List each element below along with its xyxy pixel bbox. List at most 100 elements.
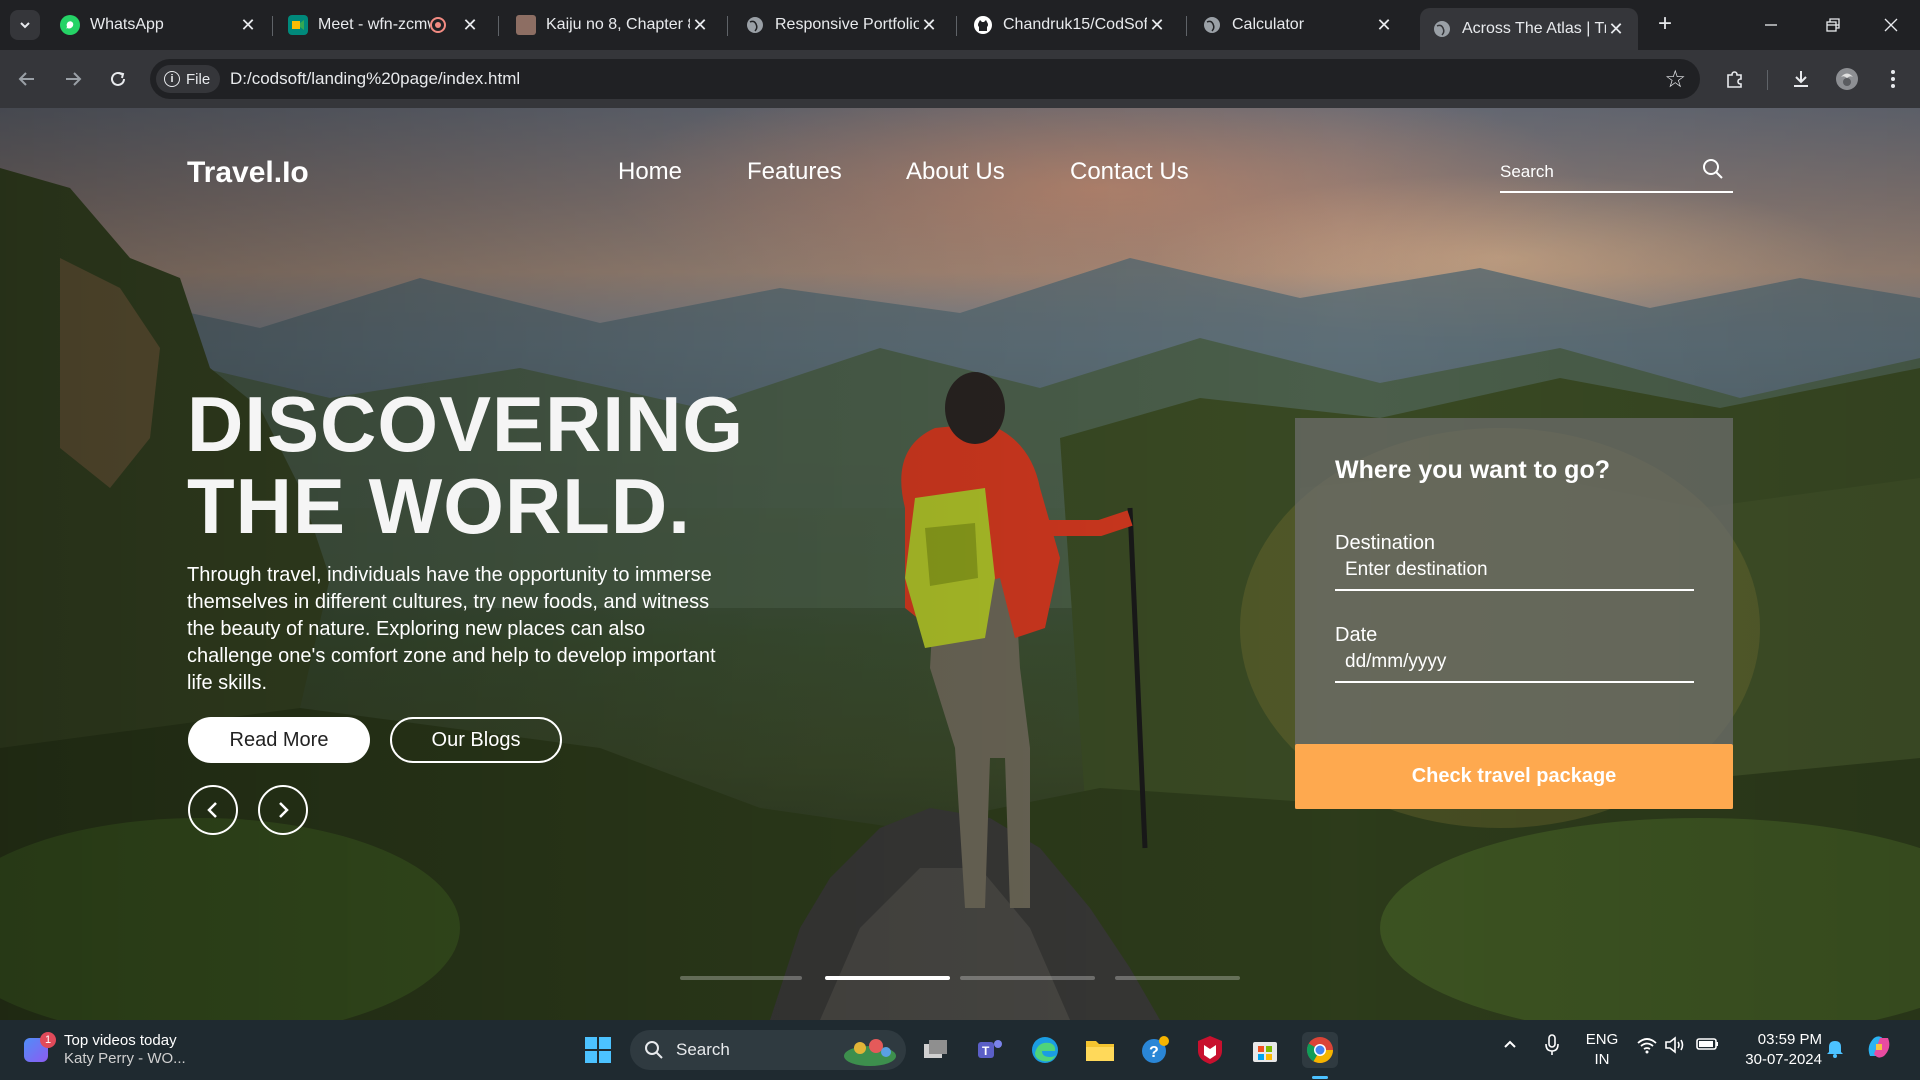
mcafee-app[interactable] [1192, 1032, 1228, 1068]
site-info-chip[interactable]: i File [156, 65, 221, 93]
nav-home[interactable]: Home [618, 158, 682, 186]
chrome-app[interactable] [1302, 1032, 1338, 1068]
task-view-icon [924, 1040, 947, 1058]
microphone-icon [1545, 1034, 1559, 1055]
widget-subtitle: Katy Perry - WO... [64, 1050, 186, 1067]
tab-close-icon[interactable]: ✕ [1147, 15, 1167, 36]
tab-whatsapp[interactable]: WhatsApp ✕ [48, 8, 270, 42]
tab-divider [727, 16, 728, 36]
microphone-button[interactable] [1544, 1034, 1560, 1061]
volume-button[interactable] [1664, 1036, 1686, 1059]
nav-features[interactable]: Features [747, 158, 842, 186]
tab-title: Chandruk15/CodSoft [1003, 16, 1147, 33]
browser-menu-button[interactable] [1878, 64, 1908, 94]
minimize-button[interactable] [1748, 8, 1794, 42]
address-bar[interactable]: i File D:/codsoft/landing%20page/index.h… [150, 59, 1700, 99]
recording-icon [430, 17, 446, 33]
tab-divider [272, 16, 273, 36]
hero-title-line: DISCOVERING [187, 380, 745, 468]
tab-title: WhatsApp [90, 16, 164, 33]
tab-close-icon[interactable]: ✕ [460, 15, 480, 36]
new-tab-button[interactable]: + [1652, 12, 1678, 38]
system-clock[interactable]: 03:59 PM 30-07-2024 [1736, 1030, 1822, 1070]
prev-slide-button[interactable] [188, 785, 238, 835]
kebab-menu-icon [1891, 70, 1895, 88]
notifications-button[interactable] [1826, 1038, 1844, 1063]
destination-field[interactable]: Enter destination [1335, 551, 1694, 591]
tab-kaiju[interactable]: Kaiju no 8, Chapter 8 ✕ [504, 8, 722, 42]
chrome-icon [1306, 1037, 1334, 1064]
tab-close-icon[interactable]: ✕ [690, 15, 710, 36]
tab-meet[interactable]: Meet - wfn-zcmw ✕ [276, 8, 492, 42]
tab-close-icon[interactable]: ✕ [1606, 19, 1626, 40]
downloads-button[interactable] [1786, 64, 1816, 94]
extensions-button[interactable] [1720, 64, 1750, 94]
copilot-button[interactable] [1864, 1032, 1894, 1067]
tab-github[interactable]: Chandruk15/CodSoft ✕ [961, 8, 1179, 42]
tab-close-icon[interactable]: ✕ [919, 15, 939, 36]
store-app[interactable] [1247, 1032, 1283, 1068]
forward-button[interactable] [58, 64, 88, 94]
task-view-button[interactable] [918, 1032, 954, 1068]
restore-icon [1826, 18, 1840, 32]
edge-app[interactable] [1027, 1032, 1063, 1068]
wifi-button[interactable] [1636, 1036, 1658, 1059]
check-travel-package-button[interactable]: Check travel package [1295, 744, 1733, 809]
profile-button[interactable] [1832, 64, 1862, 94]
meet-icon [288, 15, 308, 35]
restore-button[interactable] [1810, 8, 1856, 42]
search-highlight-icon [844, 1039, 896, 1066]
tab-title: Calculator [1232, 16, 1305, 33]
slide-indicator[interactable] [680, 976, 802, 980]
tab-title: Across The Atlas | Tra [1462, 20, 1606, 37]
reload-button[interactable] [103, 64, 133, 94]
bookmark-star-icon[interactable]: ☆ [1664, 65, 1686, 94]
search-input[interactable] [1500, 159, 1700, 185]
read-more-button[interactable]: Read More [188, 717, 370, 763]
page-search [1500, 153, 1733, 193]
news-widget[interactable]: 1 Top videos today Katy Perry - WO... [24, 1030, 224, 1070]
store-icon [1253, 1042, 1277, 1062]
nav-contact-us[interactable]: Contact Us [1070, 158, 1189, 186]
tab-divider [956, 16, 957, 36]
file-explorer-app[interactable] [1082, 1032, 1118, 1068]
clock-time: 03:59 PM [1757, 1031, 1822, 1048]
our-blogs-button[interactable]: Our Blogs [390, 717, 562, 763]
site-info-label: File [186, 70, 211, 88]
tab-divider [498, 16, 499, 36]
slide-indicator[interactable] [1115, 976, 1240, 980]
brand-logo[interactable]: Travel.Io [187, 156, 309, 190]
next-slide-button[interactable] [258, 785, 308, 835]
teams-app[interactable]: T [972, 1032, 1008, 1068]
taskbar-search[interactable]: Search [630, 1030, 906, 1070]
globe-icon [1202, 15, 1222, 35]
language-indicator[interactable]: ENG IN [1584, 1030, 1620, 1070]
date-field[interactable]: dd/mm/yyyy [1335, 643, 1694, 683]
search-icon[interactable] [1701, 157, 1725, 181]
svg-text:T: T [982, 1044, 990, 1058]
url-text[interactable]: D:/codsoft/landing%20page/index.html [230, 69, 520, 89]
nav-about-us[interactable]: About Us [906, 158, 1005, 186]
slide-indicator[interactable] [960, 976, 1095, 980]
start-button[interactable] [580, 1032, 616, 1068]
tab-responsive-portfolio[interactable]: Responsive Portfolio ✕ [733, 8, 951, 42]
close-window-button[interactable] [1868, 8, 1914, 42]
show-hidden-icons-button[interactable] [1502, 1036, 1518, 1057]
tab-close-icon[interactable]: ✕ [1374, 15, 1394, 36]
chevron-right-icon [279, 802, 289, 818]
back-button[interactable] [12, 64, 42, 94]
tab-search-button[interactable] [10, 10, 40, 40]
avatar-icon [1836, 68, 1858, 90]
speaker-icon [1665, 1036, 1684, 1054]
battery-button[interactable] [1696, 1036, 1720, 1057]
tab-calculator[interactable]: Calculator ✕ [1190, 8, 1406, 42]
tab-across-the-atlas[interactable]: Across The Atlas | Tra ✕ [1420, 8, 1638, 50]
tab-close-icon[interactable]: ✕ [238, 15, 258, 36]
arrow-left-icon [18, 72, 34, 86]
booking-title: Where you want to go? [1335, 456, 1610, 484]
folder-icon [1086, 1041, 1114, 1061]
chevron-up-icon [1504, 1040, 1516, 1048]
help-app[interactable]: ? [1137, 1032, 1173, 1068]
copilot-icon [1868, 1036, 1890, 1058]
slide-indicator-active[interactable] [825, 976, 950, 980]
